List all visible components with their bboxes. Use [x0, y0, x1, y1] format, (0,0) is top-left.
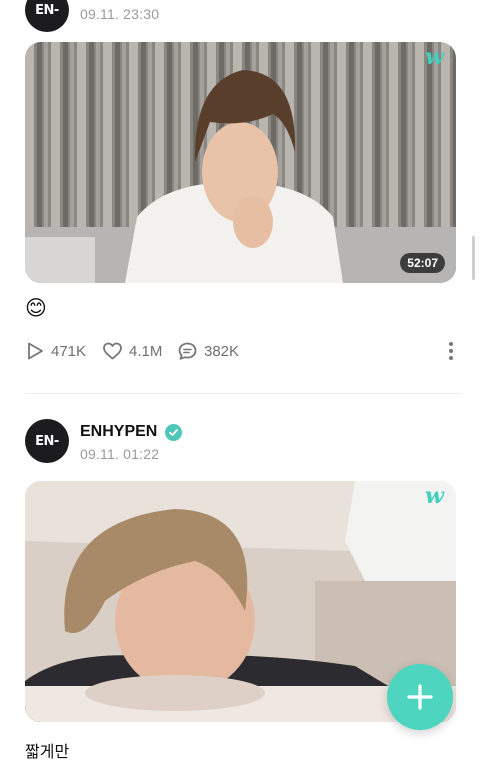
comment-button[interactable]: 382K: [177, 341, 239, 361]
post-caption: 😊: [25, 297, 47, 320]
play-icon: [28, 342, 43, 360]
avatar-logo: EN-: [35, 2, 59, 18]
plus-icon: [407, 684, 433, 710]
more-button[interactable]: [446, 340, 456, 362]
heart-icon: [103, 342, 122, 360]
avatar-logo: EN-: [35, 433, 59, 449]
comment-count-label: 382K: [204, 342, 240, 360]
weverse-logo: w: [425, 483, 444, 509]
thumbnail-image: [25, 42, 456, 283]
avatar[interactable]: EN-: [25, 419, 69, 463]
video-thumbnail[interactable]: w 52:07: [25, 42, 456, 283]
like-button[interactable]: 4.1M: [102, 341, 162, 361]
post-divider: [25, 393, 461, 394]
like-count-label: 4.1M: [129, 342, 163, 360]
author-name[interactable]: ENHYPEN: [80, 423, 157, 441]
weverse-logo: w: [425, 44, 444, 70]
verified-badge: [165, 424, 182, 441]
comment-icon: [178, 342, 197, 360]
create-post-button[interactable]: [387, 664, 453, 730]
avatar[interactable]: EN-: [25, 0, 69, 32]
view-count[interactable]: 471K: [25, 341, 86, 361]
video-duration: 52:07: [400, 253, 445, 273]
check-icon: [169, 429, 178, 436]
post-date: 09.11. 23:30: [80, 6, 160, 22]
view-count-label: 471K: [51, 342, 87, 360]
post-date: 09.11. 01:22: [80, 446, 160, 462]
more-vertical-icon: [449, 342, 453, 360]
post-caption: 짧게만: [25, 744, 70, 761]
scrollbar[interactable]: [472, 236, 475, 280]
